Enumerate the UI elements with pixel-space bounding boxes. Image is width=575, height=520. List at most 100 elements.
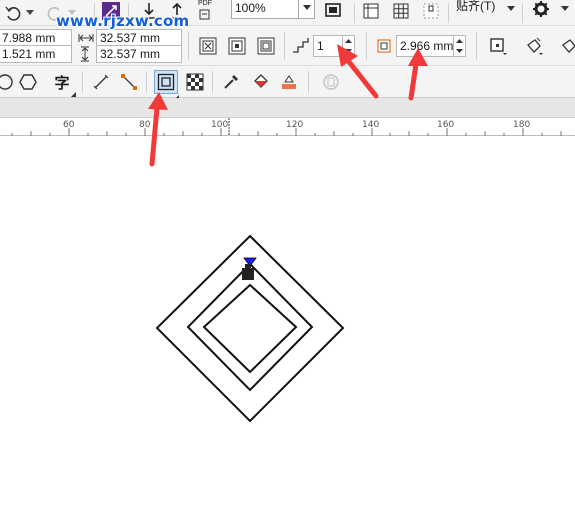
smart-fill-tool-button[interactable] bbox=[278, 71, 300, 93]
toolbar-separator bbox=[308, 71, 309, 93]
show-guidelines-button[interactable] bbox=[420, 0, 442, 22]
contour-offset-spinner[interactable] bbox=[454, 35, 466, 57]
hexagon-icon bbox=[19, 74, 37, 90]
toolbar-separator bbox=[82, 71, 83, 93]
full-screen-icon bbox=[325, 3, 341, 17]
property-bar: 7.988 mm 1.521 mm 32.537 mm 32.537 mm 1 … bbox=[0, 26, 575, 66]
paint-bucket-icon bbox=[254, 74, 268, 88]
ruler-label: 60 bbox=[63, 120, 75, 130]
pdf-icon bbox=[199, 9, 210, 20]
toolbar-separator bbox=[188, 32, 189, 60]
contour-to-center-icon bbox=[199, 37, 217, 55]
ruler-icon bbox=[363, 3, 379, 19]
full-screen-preview-button[interactable] bbox=[322, 0, 344, 22]
chevron-down-icon bbox=[302, 5, 311, 10]
zoom-level-value: 100% bbox=[235, 1, 266, 15]
inside-contour-button[interactable] bbox=[226, 35, 248, 57]
contour-offset-field[interactable]: 2.966 mm bbox=[396, 35, 454, 57]
canvas-artwork bbox=[155, 234, 345, 423]
fill-color-icon bbox=[562, 39, 575, 53]
transparency-tool-button[interactable] bbox=[184, 71, 206, 93]
width-value: 32.537 mm bbox=[100, 31, 161, 45]
chevron-down-icon bbox=[561, 6, 569, 11]
show-rulers-button[interactable] bbox=[360, 0, 382, 22]
contour-offset-handle bbox=[242, 268, 254, 280]
ruler-label: 120 bbox=[286, 120, 304, 130]
x-position-value: 7.988 mm bbox=[2, 31, 56, 45]
grid-icon bbox=[393, 3, 409, 19]
watermark: www.rjzxw.com bbox=[56, 12, 190, 30]
interactive-fill-tool-button[interactable] bbox=[250, 71, 272, 93]
parallel-dimension-tool-button[interactable] bbox=[90, 71, 112, 93]
lock-object-button[interactable] bbox=[320, 71, 342, 93]
lock-object-icon bbox=[323, 74, 339, 90]
toolbar-options-dropdown[interactable] bbox=[558, 0, 572, 20]
contour-steps-field[interactable]: 1 bbox=[313, 35, 343, 57]
outside-contour-button[interactable] bbox=[255, 35, 277, 57]
polygon-tool-button[interactable] bbox=[17, 71, 39, 93]
document-tab-strip bbox=[0, 98, 575, 118]
undo-dropdown[interactable] bbox=[24, 2, 36, 24]
snap-to-label: 贴齐(T) bbox=[456, 0, 496, 13]
contour-steps-value: 1 bbox=[317, 39, 324, 53]
outline-color-button[interactable] bbox=[523, 35, 545, 57]
fill-color-button[interactable] bbox=[558, 35, 575, 57]
object-height-field[interactable]: 32.537 mm bbox=[96, 45, 182, 63]
toolbar-separator bbox=[366, 32, 367, 60]
spinner-arrows-icon bbox=[345, 39, 352, 53]
contour-steps-spinner[interactable] bbox=[343, 35, 355, 57]
toolbar-separator bbox=[354, 3, 355, 23]
spinner-arrows-icon bbox=[456, 39, 463, 53]
snap-to-menu[interactable]: 贴齐(T) bbox=[456, 0, 495, 14]
contour-steps-icon bbox=[292, 37, 310, 56]
zoom-level-combobox[interactable]: 100% bbox=[231, 0, 299, 19]
contour-offset-value: 2.966 mm bbox=[400, 39, 454, 53]
contour-outside-icon bbox=[257, 37, 275, 55]
contour-offset-icon bbox=[377, 38, 391, 57]
connector-icon bbox=[121, 74, 137, 90]
toolbar-separator bbox=[476, 32, 477, 60]
contour-corners-icon bbox=[490, 38, 507, 55]
height-icon bbox=[80, 46, 90, 65]
show-grid-button[interactable] bbox=[390, 0, 412, 22]
publish-pdf-button[interactable]: PDF bbox=[194, 0, 216, 22]
chevron-down-icon bbox=[507, 6, 515, 11]
y-position-value: 1.521 mm bbox=[2, 47, 56, 61]
toolbar-separator bbox=[522, 3, 523, 23]
undo-button[interactable] bbox=[2, 2, 24, 24]
toolbar-separator bbox=[212, 71, 213, 93]
horizontal-ruler[interactable]: 60 80 100 120 140 160 180 bbox=[0, 118, 575, 136]
ellipse-icon bbox=[0, 74, 13, 90]
contour-corners-button[interactable] bbox=[487, 35, 509, 57]
ruler-label: 160 bbox=[437, 120, 455, 130]
options-button[interactable] bbox=[530, 0, 552, 20]
pdf-label: PDF bbox=[198, 0, 212, 7]
dimension-line-icon bbox=[93, 74, 109, 90]
color-eyedropper-tool-button[interactable] bbox=[220, 71, 242, 93]
smart-fill-icon bbox=[282, 75, 296, 89]
undo-icon bbox=[5, 6, 21, 21]
to-center-button[interactable] bbox=[197, 35, 219, 57]
ruler-label: 80 bbox=[139, 120, 151, 130]
chevron-down-icon bbox=[26, 10, 34, 15]
drawing-canvas[interactable] bbox=[0, 136, 575, 520]
snap-dropdown[interactable] bbox=[505, 0, 517, 20]
contour-tool-icon bbox=[157, 73, 175, 91]
object-y-position-field[interactable]: 1.521 mm bbox=[0, 45, 72, 63]
toolbar-separator bbox=[284, 32, 285, 60]
outline-color-icon bbox=[527, 37, 543, 55]
guidelines-icon bbox=[423, 3, 439, 19]
text-tool-glyph: 字 bbox=[54, 73, 70, 92]
height-value: 32.537 mm bbox=[100, 47, 161, 61]
toolbox-row: 字 bbox=[0, 66, 575, 100]
gear-icon bbox=[533, 1, 549, 17]
text-tool-button[interactable]: 字 bbox=[51, 71, 73, 93]
width-icon bbox=[78, 32, 94, 46]
toolbar-separator bbox=[146, 71, 147, 93]
toolbar-separator bbox=[448, 3, 449, 23]
ruler-label: 100 bbox=[211, 120, 229, 130]
zoom-dropdown-button[interactable] bbox=[299, 0, 315, 19]
checkerboard-icon bbox=[186, 73, 204, 91]
ellipse-tool-button[interactable] bbox=[0, 71, 16, 93]
connector-tool-button[interactable] bbox=[118, 71, 140, 93]
